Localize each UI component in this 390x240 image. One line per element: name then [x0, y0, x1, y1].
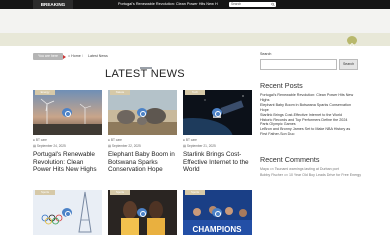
- camera-icon: [137, 208, 147, 217]
- recent-posts-list: Portugal's Renewable Revolution: Clean P…: [260, 93, 360, 137]
- card-image-basketball[interactable]: Sports: [108, 190, 177, 235]
- breadcrumb-label: You are here: [33, 53, 63, 60]
- author-name: BT care: [110, 138, 122, 142]
- comment-post-link[interactable]: Tsunami warnings lasting at Durban port: [275, 167, 339, 171]
- card-image-elephants[interactable]: Nature: [108, 90, 177, 135]
- recent-post-link[interactable]: First Father-Son Duo: [260, 132, 360, 137]
- news-card[interactable]: Sports: [33, 190, 102, 235]
- recent-post-link[interactable]: Elephant Baby Boom in Botswana Sparks Co…: [260, 103, 360, 108]
- site-header: [0, 9, 390, 33]
- date-text: September 21, 2025: [186, 144, 216, 148]
- sidebar-search-label: Search: [260, 52, 272, 56]
- post-date: ▤ September 21, 2025: [183, 144, 252, 148]
- category-tag[interactable]: Sports: [185, 190, 205, 195]
- post-author[interactable]: ● BT care: [108, 138, 177, 142]
- post-author[interactable]: ● BT care: [33, 138, 102, 142]
- sidebar-search-input[interactable]: [260, 59, 337, 70]
- camera-icon: [62, 108, 72, 117]
- breadcrumb-current: Latest News: [88, 54, 108, 58]
- news-card[interactable]: CHAMPIONS Sports: [183, 190, 252, 235]
- comment-on: on: [269, 167, 274, 171]
- recent-comment: Bobby Fischer on 10 Year Old Boy Leads D…: [260, 173, 380, 178]
- news-card[interactable]: Tech ● BT care ▤ September 21, 2025 Star…: [183, 90, 252, 174]
- chevron-up-icon: [349, 42, 355, 46]
- card-image-champions[interactable]: CHAMPIONS Sports: [183, 190, 252, 235]
- author-icon: ●: [33, 138, 35, 142]
- breadcrumb-home-label: Home: [71, 54, 81, 58]
- camera-icon: [62, 208, 72, 217]
- top-search-input[interactable]: Search: [229, 2, 276, 7]
- comment-post-link[interactable]: 10 Year Old Boy Leads Drive for Free Ene…: [289, 173, 361, 177]
- camera-icon: [212, 208, 222, 217]
- calendar-icon: ▤: [183, 144, 187, 148]
- comment-author[interactable]: Maya: [260, 167, 269, 171]
- news-card[interactable]: Nature ● BT care ▤ September 22, 2025 El…: [108, 90, 177, 174]
- date-text: September 24, 2025: [36, 144, 66, 148]
- calendar-icon: ▤: [108, 144, 112, 148]
- camera-icon: [212, 108, 222, 117]
- breaking-label: BREAKING: [33, 0, 73, 9]
- post-author[interactable]: ● BT care: [183, 138, 252, 142]
- breaking-ticker[interactable]: Portugal's Renewable Revolution: Clean P…: [118, 0, 218, 9]
- top-search-placeholder: Search: [231, 2, 242, 6]
- breadcrumb-separator: /: [82, 54, 83, 58]
- category-tag[interactable]: Energy: [35, 90, 55, 95]
- category-tag[interactable]: Sports: [110, 190, 130, 195]
- card-image-olympics[interactable]: Sports: [33, 190, 102, 235]
- author-name: BT care: [185, 138, 197, 142]
- comment-author[interactable]: Bobby Fischer: [260, 173, 283, 177]
- recent-post-link[interactable]: Portugal's Renewable Revolution: Clean P…: [260, 93, 360, 98]
- page-title: LATEST NEWS: [105, 68, 185, 80]
- recent-posts-heading: Recent Posts: [260, 81, 303, 90]
- card-image-wind-turbines[interactable]: Energy: [33, 90, 102, 135]
- recent-comments-heading: Recent Comments: [260, 155, 320, 164]
- author-icon: ●: [183, 138, 185, 142]
- breadcrumb-arrow-icon: [63, 55, 66, 59]
- home-icon: ⌂: [68, 54, 71, 58]
- camera-icon: [137, 108, 147, 117]
- recent-comment: Maya on Tsunami warnings lasting at Durb…: [260, 167, 380, 172]
- main-navigation: [0, 33, 390, 46]
- search-icon[interactable]: [271, 2, 275, 7]
- menu-toggle-button[interactable]: [347, 36, 357, 46]
- category-tag[interactable]: Sports: [35, 190, 55, 195]
- news-card[interactable]: Sports: [108, 190, 177, 235]
- author-icon: ●: [108, 138, 110, 142]
- card-title-link[interactable]: Starlink Brings Cost-Effective Internet …: [183, 151, 252, 174]
- category-tag[interactable]: Tech: [185, 90, 205, 95]
- calendar-icon: ▤: [33, 144, 37, 148]
- comment-on: on: [283, 172, 288, 177]
- author-name: BT care: [35, 138, 47, 142]
- category-tag[interactable]: Nature: [110, 90, 130, 95]
- recent-comments-list: Maya on Tsunami warnings lasting at Durb…: [260, 167, 380, 178]
- sidebar-search-button[interactable]: Search: [339, 59, 358, 70]
- post-date: ▤ September 22, 2025: [108, 144, 177, 148]
- breadcrumb-home-link[interactable]: ⌂ Home: [68, 53, 81, 60]
- card-image-satellite[interactable]: Tech: [183, 90, 252, 135]
- post-date: ▤ September 24, 2025: [33, 144, 102, 148]
- date-text: September 22, 2025: [111, 144, 141, 148]
- svg-text:CHAMPIONS: CHAMPIONS: [193, 225, 243, 234]
- card-title-link[interactable]: Portugal's Renewable Revolution: Clean P…: [33, 151, 102, 174]
- news-card[interactable]: Energy ● BT care ▤ September 24, 2025 Po…: [33, 90, 102, 174]
- card-title-link[interactable]: Elephant Baby Boom in Botswana Sparks Co…: [108, 151, 177, 174]
